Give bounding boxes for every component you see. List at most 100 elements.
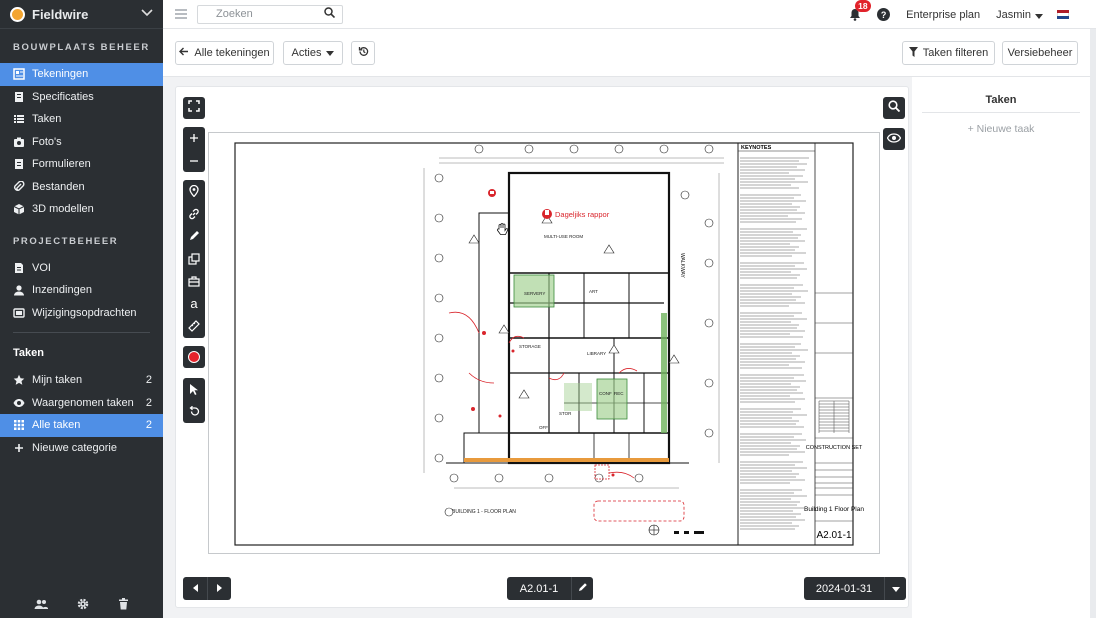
fullscreen-button[interactable] xyxy=(183,97,205,119)
fieldwire-logo-icon xyxy=(10,6,25,22)
sidebar-item-voi[interactable]: VOI xyxy=(0,257,163,280)
sidebar-item-inzendingen[interactable]: Inzendingen xyxy=(0,279,163,302)
search-input[interactable]: Zoeken xyxy=(197,4,343,24)
sidebar-item-label: Wijzigingsopdrachten xyxy=(32,306,137,319)
users-icon[interactable] xyxy=(34,597,49,615)
room-label: SERVERY xyxy=(524,291,545,296)
sidebar-item-label: VOI xyxy=(32,261,51,274)
sheet-title: Building 1 Floor Plan xyxy=(804,506,864,513)
version-control-button[interactable]: Versiebeheer xyxy=(1002,41,1078,65)
page-scrollbar[interactable] xyxy=(1090,29,1096,618)
previous-sheet-button[interactable] xyxy=(183,577,207,600)
sidebar-item-nieuwe-categorie[interactable]: Nieuwe categorie xyxy=(0,437,163,460)
sidebar-item-specificaties[interactable]: Specificaties xyxy=(0,86,163,109)
back-label: Alle tekeningen xyxy=(194,47,270,59)
pin-tool-icon[interactable] xyxy=(183,180,205,203)
notifications-bell-icon[interactable]: 18 xyxy=(849,0,871,22)
menu-icon[interactable] xyxy=(175,7,187,22)
room-label: STOR xyxy=(559,411,572,416)
zoom-out-button[interactable] xyxy=(183,150,205,173)
search-icon xyxy=(324,7,336,21)
person-icon xyxy=(13,284,25,296)
version-dropdown-button[interactable] xyxy=(884,577,906,600)
sidebar-item-alle-taken[interactable]: Alle taken 2 xyxy=(0,414,163,437)
link-tool-icon[interactable] xyxy=(183,203,205,226)
app-switcher[interactable]: Fieldwire xyxy=(0,0,163,29)
sidebar-item-3d-modellen[interactable]: 3D modellen xyxy=(0,198,163,221)
visibility-button[interactable] xyxy=(883,128,905,150)
room-label: STORAGE xyxy=(519,344,541,349)
sheet-selector[interactable]: A2.01-1 xyxy=(507,577,571,600)
actions-dropdown[interactable]: Acties xyxy=(283,41,343,65)
filter-tasks-button[interactable]: Taken filteren xyxy=(902,41,995,65)
sidebar-item-formulieren[interactable]: Formulieren xyxy=(0,153,163,176)
edit-sheet-button[interactable] xyxy=(571,577,593,600)
sidebar-item-waargenomen-taken[interactable]: Waargenomen taken 2 xyxy=(0,392,163,415)
plus-icon xyxy=(13,442,25,454)
new-task-button[interactable]: + Nieuwe taak xyxy=(912,123,1090,135)
measure-tool-icon[interactable] xyxy=(183,315,205,338)
back-to-drawings-button[interactable]: Alle tekeningen xyxy=(175,41,274,65)
zoom-in-button[interactable] xyxy=(183,127,205,150)
enterprise-plan-link[interactable]: Enterprise plan xyxy=(906,9,980,21)
drawing-sheet[interactable]: KEYNOTES CONSTRUCTION SET Building 1 Flo… xyxy=(208,132,880,554)
search-drawing-button[interactable] xyxy=(883,97,905,119)
sidebar-item-label: Inzendingen xyxy=(32,284,92,297)
viewer-bottom-bar: A2.01-1 2024-01-31 xyxy=(176,577,910,603)
settings-gear-icon[interactable] xyxy=(77,597,89,615)
caret-down-icon[interactable] xyxy=(1035,6,1043,24)
task-count: 2 xyxy=(145,419,152,432)
section-bouwplaats: BOUWPLAATS BEHEER xyxy=(13,42,150,53)
version-date: 2024-01-31 xyxy=(815,582,873,595)
toolbox-tool-icon[interactable] xyxy=(183,270,205,293)
version-label: Versiebeheer xyxy=(1007,47,1073,59)
sidebar-item-fotos[interactable]: Foto's xyxy=(0,131,163,154)
sidebar-item-label: Tekeningen xyxy=(32,68,89,81)
pencil-icon xyxy=(578,582,588,595)
keynotes-title: KEYNOTES xyxy=(741,145,772,151)
sidebar-item-label: Bestanden xyxy=(32,180,85,193)
shapes-tool-icon[interactable] xyxy=(183,248,205,271)
sidebar-item-label: Taken xyxy=(32,113,62,126)
history-button[interactable] xyxy=(351,41,375,65)
next-sheet-button[interactable] xyxy=(207,577,231,600)
sidebar-item-tekeningen[interactable]: Tekeningen xyxy=(0,63,163,86)
plan-label: BUILDING 1 - FLOOR PLAN xyxy=(452,509,516,515)
sidebar-item-label: Specificaties xyxy=(32,90,94,103)
actions-label: Acties xyxy=(291,47,322,59)
chevron-down-icon[interactable] xyxy=(141,8,153,20)
user-menu[interactable]: Jasmin xyxy=(996,9,1031,21)
search-icon xyxy=(888,99,901,117)
color-picker-button[interactable] xyxy=(183,346,205,368)
task-count: 2 xyxy=(145,396,152,409)
undo-icon[interactable] xyxy=(183,401,205,424)
specs-icon xyxy=(13,91,25,103)
eye-icon xyxy=(13,397,25,409)
help-icon[interactable]: ? xyxy=(877,8,891,21)
eye-icon xyxy=(886,130,902,148)
sidebar-item-label: Formulieren xyxy=(32,158,91,171)
sidebar-item-wijzigingsopdrachten[interactable]: Wijzigingsopdrachten xyxy=(0,302,163,325)
trash-icon[interactable] xyxy=(118,597,129,615)
pen-tool-icon[interactable] xyxy=(183,225,205,248)
room-label: CONF xyxy=(599,391,612,396)
dutch-flag-icon[interactable] xyxy=(1057,10,1069,19)
sidebar-item-mijn-taken[interactable]: Mijn taken 2 xyxy=(0,369,163,392)
filter-label: Taken filteren xyxy=(922,47,989,59)
version-date-selector[interactable]: 2024-01-31 xyxy=(804,577,884,600)
notification-badge: 18 xyxy=(855,0,871,12)
red-color-swatch-icon xyxy=(188,351,200,363)
search-placeholder: Zoeken xyxy=(216,8,253,20)
drawing-viewer[interactable]: a KEYNOTES CONSTRUCTION SET Building 1 F… xyxy=(175,86,909,608)
floor-plan-drawing: KEYNOTES CONSTRUCTION SET Building 1 Flo… xyxy=(209,133,879,553)
change-order-icon xyxy=(13,307,25,319)
caret-down-icon xyxy=(891,583,900,595)
sidebar-item-taken[interactable]: Taken xyxy=(0,108,163,131)
camera-icon xyxy=(13,136,25,148)
text-tool-icon[interactable]: a xyxy=(183,293,205,316)
tasks-panel-title: Taken xyxy=(922,77,1080,113)
sidebar-item-label: Waargenomen taken xyxy=(32,396,134,409)
sidebar-item-bestanden[interactable]: Bestanden xyxy=(0,176,163,199)
grid-icon xyxy=(13,419,25,431)
select-pointer-icon[interactable] xyxy=(183,378,205,401)
